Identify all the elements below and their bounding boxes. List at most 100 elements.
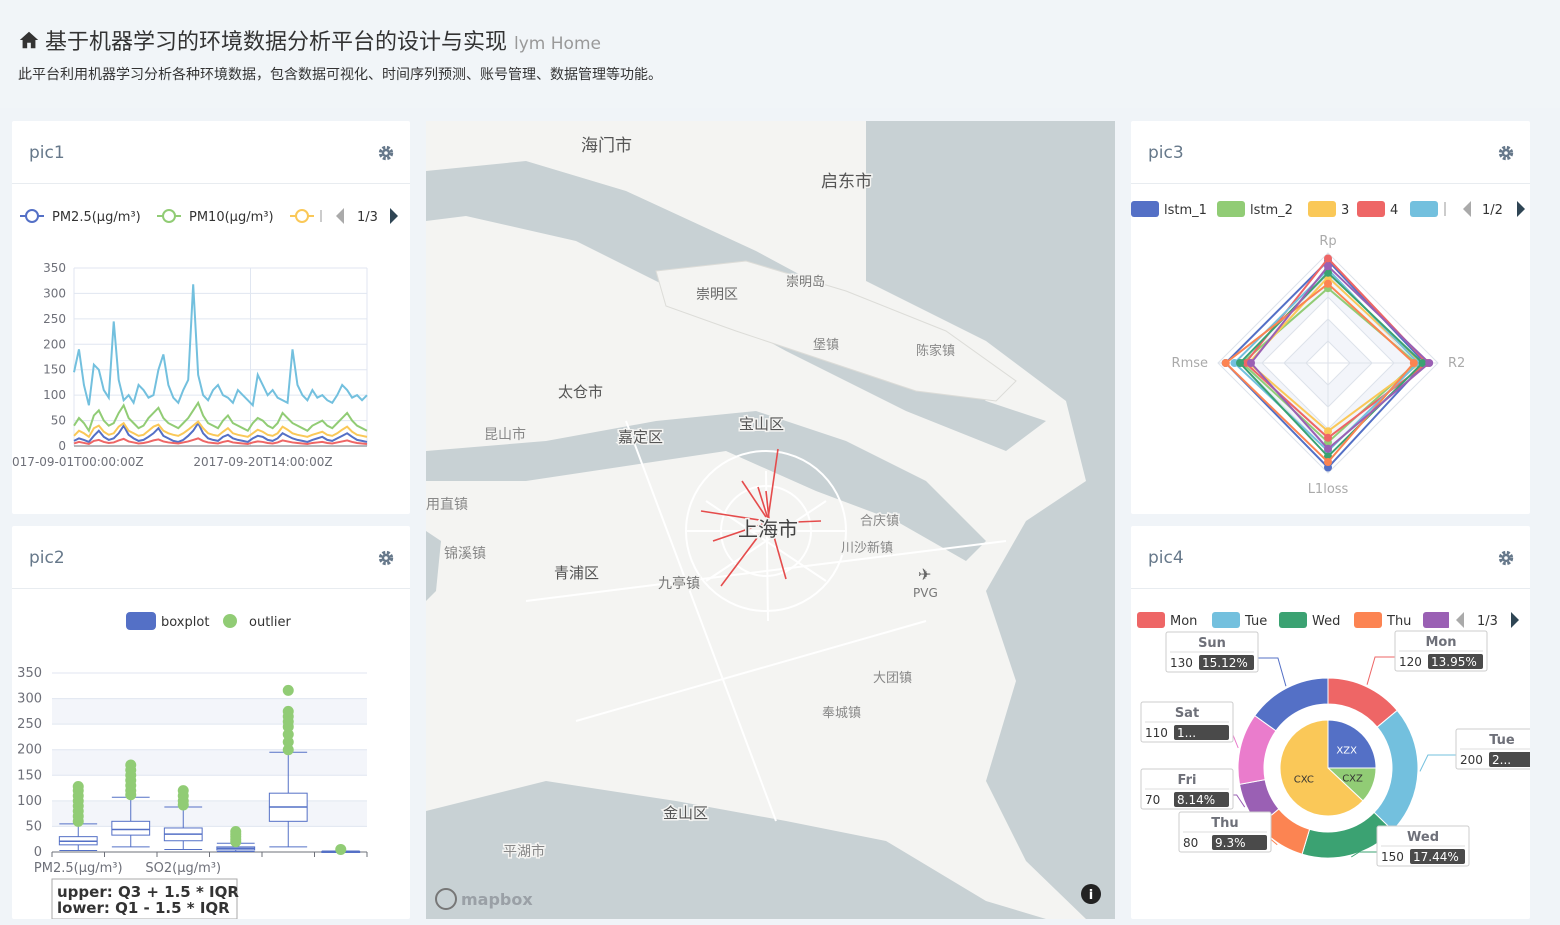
label-value: 120 xyxy=(1399,655,1422,669)
map-label: 平湖市 xyxy=(503,843,545,860)
pic4-legend[interactable]: Mon Tue Wed Thu 1/3 xyxy=(1137,611,1519,629)
legend-outlier-swatch xyxy=(223,614,237,628)
gear-icon[interactable] xyxy=(377,549,395,567)
radar-indicator-label: R2 xyxy=(1448,356,1465,371)
label-percent: 1... xyxy=(1177,726,1196,740)
map-label: 金山区 xyxy=(663,804,708,822)
label-name: Thu xyxy=(1211,816,1238,831)
y-tick-label: 150 xyxy=(43,363,66,377)
y-tick-label: 150 xyxy=(17,768,42,783)
radar-point xyxy=(1324,279,1332,288)
airport-icon: ✈ xyxy=(918,565,931,584)
label-percent: 17.44% xyxy=(1413,850,1459,864)
gear-icon[interactable] xyxy=(1497,144,1515,162)
legend-lstm2[interactable]: lstm_2 xyxy=(1250,203,1293,218)
legend-next-icon[interactable] xyxy=(1511,612,1519,628)
radar-point xyxy=(1409,359,1418,367)
inner-slice-xzx xyxy=(1327,719,1377,769)
radar-point xyxy=(1324,458,1332,466)
legend-boxplot[interactable]: boxplot xyxy=(161,615,209,630)
pic4-plot-area: XZX CXZ CXC Mon120 13.95% Tue 200 2... Wed150 17.… xyxy=(1140,630,1530,867)
gear-icon[interactable] xyxy=(377,144,395,162)
label-value: 70 xyxy=(1145,793,1160,807)
pic2-header: pic2 xyxy=(12,526,410,589)
x-tick-label: PM2.5(μg/m³) xyxy=(34,861,123,876)
legend-3[interactable]: 3 xyxy=(1341,203,1349,218)
legend-tue[interactable]: Tue xyxy=(1244,614,1267,629)
outlier-point xyxy=(230,826,242,838)
legend-4[interactable]: 4 xyxy=(1390,203,1398,218)
y-tick-label: 200 xyxy=(43,337,66,351)
inner-slice-label: CXC xyxy=(1294,774,1314,785)
radar-point xyxy=(1324,262,1332,271)
map-label: 嘉定区 xyxy=(618,428,663,446)
map-label: 宝山区 xyxy=(739,415,784,433)
pic4-panel: pic4 Mon Tue Wed Thu 1/3 XZX CXZ CXC Mon 120… xyxy=(1131,526,1530,919)
map-label: 用直镇 xyxy=(426,496,468,513)
pie-label-thu: Thu 80 9.3% xyxy=(1178,811,1278,853)
outlier-point xyxy=(125,759,137,771)
inner-slice-label: CXZ xyxy=(1342,774,1363,785)
map-canvas[interactable]: 海门市启东市崇明区 崇明岛堡镇 陈家镇太仓市宝山区昆山市 嘉定区用直镇上海市 合庆镇川沙… xyxy=(426,121,1115,919)
legend-thu[interactable]: Thu xyxy=(1386,614,1411,629)
pic2-boxplot-chart: boxplot outlier 0 50 100 150 200 250 300 350 PM2… xyxy=(17,612,368,919)
label-name: Sat xyxy=(1175,706,1199,721)
label-leader-line xyxy=(1258,657,1287,687)
label-value: 80 xyxy=(1183,836,1198,850)
pic2-panel: pic2 boxplot outlier 0 50 100 150 200 250 300 3… xyxy=(12,526,410,919)
pic3-panel: pic3 lstm_1 lstm_2 3 4 1/2 Rp R2 L1loss Rms… xyxy=(1131,121,1530,514)
y-tick-label: 250 xyxy=(43,312,66,326)
radar-point xyxy=(1324,433,1332,442)
legend-pm25[interactable]: PM2.5(μg/m³) xyxy=(52,210,141,225)
y-tick-label: 50 xyxy=(51,414,66,428)
legend-wed[interactable]: Wed xyxy=(1312,614,1340,629)
legend-prev-icon[interactable] xyxy=(1463,201,1471,217)
pic2-title: pic2 xyxy=(29,548,65,568)
legend-prev-icon[interactable] xyxy=(336,208,344,224)
home-link[interactable]: lym Home xyxy=(514,34,601,54)
map-label: 合庆镇 xyxy=(860,514,899,529)
y-tick-label: 350 xyxy=(43,261,66,275)
pic2-plot-area: 0 50 100 150 200 250 300 350 PM2.5(μg/m³) SO2(μg/… xyxy=(17,666,368,876)
mapbox-attribution[interactable]: mapbox xyxy=(461,890,533,909)
y-tick-label: 300 xyxy=(43,286,66,300)
label-name: Tue xyxy=(1489,733,1515,748)
y-tick-label: 250 xyxy=(17,717,42,732)
pic3-plot-area: Rp R2 L1loss Rmse xyxy=(1172,234,1466,497)
map-label: 陈家镇 xyxy=(916,343,955,359)
pic1-plot-area: 0 50 100 150 200 250 300 350 2017-09-01T00:00:00… xyxy=(12,261,368,469)
pic3-legend[interactable]: lstm_1 lstm_2 3 4 1/2 xyxy=(1131,201,1525,218)
legend-pm10[interactable]: PM10(μg/m³) xyxy=(189,210,274,225)
legend-prev-icon[interactable] xyxy=(1456,612,1464,628)
map-label: 上海市 xyxy=(738,517,798,541)
pic2-legend[interactable]: boxplot outlier xyxy=(126,612,292,630)
map-label: 崇明岛 xyxy=(786,274,825,290)
pic1-legend[interactable]: PM2.5(μg/m³) PM10(μg/m³) 1/3 xyxy=(20,208,398,225)
label-value: 200 xyxy=(1460,753,1483,767)
pie-label-fri: Fri 70 8.14% xyxy=(1140,768,1246,810)
pic4-pie-chart: Mon Tue Wed Thu 1/3 XZXCXZCXCMon120 13.95… xyxy=(1137,611,1530,867)
legend-lstm1[interactable]: lstm_1 xyxy=(1164,203,1207,218)
label-leader-line xyxy=(1366,656,1395,685)
legend-outlier[interactable]: outlier xyxy=(249,615,292,630)
label-percent: 9.3% xyxy=(1215,836,1246,850)
legend-page: 1/2 xyxy=(1482,203,1503,218)
legend-next-icon[interactable] xyxy=(1517,201,1525,217)
legend-next-icon[interactable] xyxy=(390,208,398,224)
label-name: Mon xyxy=(1425,635,1456,650)
legend-mon[interactable]: Mon xyxy=(1170,614,1197,629)
radar-point xyxy=(1324,254,1332,263)
box-body xyxy=(111,820,151,836)
pie-label-tue: Tue 200 2... xyxy=(1419,728,1530,772)
radar-indicator-label: Rmse xyxy=(1172,356,1208,371)
map-view[interactable]: 海门市 启东市 崇明区 崇明岛 堡镇 陈家镇 太仓市 宝山区 昆山市 嘉定区 用直镇 上海市 合庆镇 川沙… xyxy=(426,121,1115,919)
legend-page: 1/3 xyxy=(357,210,378,225)
y-tick-label: 300 xyxy=(17,692,42,707)
title-row: 基于机器学习的环境数据分析平台的设计与实现 lym Home xyxy=(18,24,601,56)
page-description: 此平台利用机器学习分析各种环境数据，包含数据可视化、时间序列预测、账号管理、数据… xyxy=(18,67,662,83)
gear-icon[interactable] xyxy=(1497,549,1515,567)
pic3-title: pic3 xyxy=(1148,143,1184,163)
tooltip-lower: lower: Q1 - 1.5 * IQR xyxy=(57,899,230,917)
map-label: 青浦区 xyxy=(554,564,599,582)
y-tick-label: 350 xyxy=(17,666,42,681)
